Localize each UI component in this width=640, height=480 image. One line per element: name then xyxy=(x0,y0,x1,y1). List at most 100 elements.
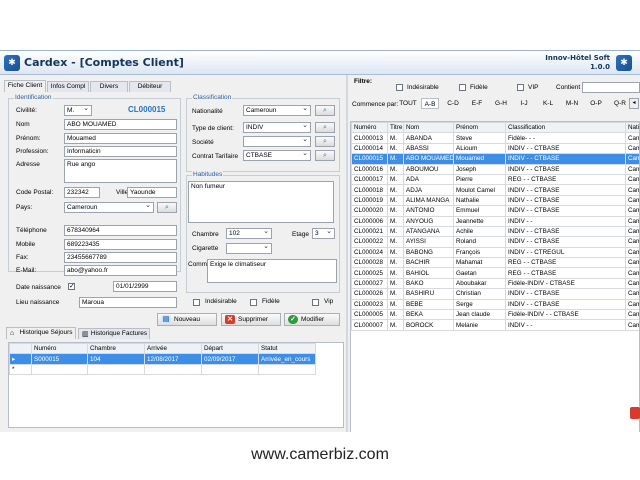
col-client-classification[interactable]: Classification xyxy=(505,122,626,134)
ville-field[interactable]: Yaounde xyxy=(127,187,177,198)
pays-select[interactable]: Cameroun xyxy=(64,202,154,213)
telephone-field[interactable]: 678340964 xyxy=(64,225,177,236)
letter-e-f[interactable]: E-F xyxy=(468,98,486,109)
adresse-field[interactable]: Rue ango xyxy=(64,159,177,183)
filter-indesirable-checkbox[interactable] xyxy=(396,84,403,91)
table-row[interactable]: CL000023M.BEBESergeINDIV - - CTBASECame xyxy=(351,298,639,311)
cell: Came xyxy=(625,257,639,269)
tab-divers[interactable]: Divers xyxy=(90,81,128,92)
table-row[interactable]: ▸ S000015 104 12/08/2017 02/09/2017 Arri… xyxy=(9,353,316,365)
cell: ANTONIO xyxy=(403,205,454,217)
splitter[interactable] xyxy=(346,75,348,432)
col-numero[interactable]: Numéro xyxy=(31,342,88,355)
type-client-search-button[interactable]: ⌕ xyxy=(315,122,335,133)
table-row[interactable]: CL000017M.ADAPierreREG - - CTBASECame xyxy=(351,173,639,186)
col-chambre[interactable]: Chambre xyxy=(87,342,145,355)
tab-fiche-client[interactable]: Fiche Client xyxy=(4,80,46,92)
table-row[interactable]: CL000025M.BAHIOLGaetanREG - - CTBASECame xyxy=(351,267,639,279)
table-row[interactable]: CL000005 M. BEKA Jean claude Fidèle-INDIV - … xyxy=(351,309,639,321)
table-row[interactable]: CL000026 M. BASHIRU Christian INDIV - - CTBA… xyxy=(351,288,639,300)
table-row[interactable]: CL000028M.BACHIRMahamatREG - - CTBASECam… xyxy=(351,257,639,269)
indesirable-checkbox[interactable] xyxy=(193,299,200,306)
table-row[interactable]: CL000019 M. ALIMA MANGA Nathalie INDIV - - C… xyxy=(351,194,639,207)
invoice-icon: ▥ xyxy=(82,331,89,338)
letter-o-p[interactable]: O-P xyxy=(587,98,605,109)
comm-field[interactable]: Exige le climatiseur xyxy=(207,259,337,283)
habitudes-textarea[interactable]: Non fumeur xyxy=(188,181,334,223)
contrat-select[interactable]: CTBASE xyxy=(243,150,311,161)
letter-g-h[interactable]: G-H xyxy=(492,98,510,109)
pays-search-button[interactable]: ⌕ xyxy=(157,202,177,213)
tab-debiteur[interactable]: Débiteur xyxy=(129,81,171,92)
letters-scroll-left-icon[interactable]: ◂ xyxy=(629,98,639,109)
modifier-button[interactable]: ✓ Modifier xyxy=(284,313,340,326)
chambre-select[interactable]: 102 xyxy=(226,228,272,239)
col-arrivee[interactable]: Arrivée xyxy=(144,342,202,355)
table-row[interactable]: CL000021 M. ATANGANA Achile INDIV - - CTBASE… xyxy=(351,225,639,238)
letter-k-l[interactable]: K-L xyxy=(539,98,557,109)
nationalite-search-button[interactable]: ⌕ xyxy=(315,105,335,116)
mobile-field[interactable]: 689223435 xyxy=(64,239,177,250)
sejours-grid: Numéro Chambre Arrivée Départ Statut ▸ S… xyxy=(8,342,344,428)
table-row[interactable]: CL000027 M. BAKO Aboubakar Fidèle-INDIV - CT… xyxy=(351,277,639,290)
tab-historique-factures-label: Historique Factures xyxy=(90,330,148,337)
table-row[interactable]: CL000022 M. AYISSI Roland INDIV - - CTBASE Ca… xyxy=(351,236,639,248)
table-row[interactable]: CL000006M.ANYOUGJeannetteINDIV - -Came xyxy=(351,215,639,227)
tab-infos-compl[interactable]: Infos Compl xyxy=(47,81,89,92)
table-row[interactable]: CL000013M.ABANDASteveFidèle- - -Came xyxy=(351,132,639,144)
letter-a-b[interactable]: A-B xyxy=(421,98,439,109)
tab-historique-sejours[interactable]: ⌂ Historique Séjours xyxy=(6,327,76,339)
letter-tout[interactable]: TOUT xyxy=(399,98,417,109)
profession-field[interactable]: Informaticin xyxy=(64,146,177,157)
tab-historique-factures[interactable]: ▥ Historique Factures xyxy=(78,328,150,339)
contient-input[interactable] xyxy=(582,82,640,93)
societe-search-button[interactable]: ⌕ xyxy=(315,136,335,147)
letter-c-d[interactable]: C-D xyxy=(444,98,462,109)
col-client-prenom[interactable]: Prénom xyxy=(453,122,506,134)
societe-select[interactable] xyxy=(243,136,311,147)
table-row[interactable]: CL000016 M. ABOUMOU Joseph INDIV - - CTBASE C… xyxy=(351,163,639,175)
prenom-field[interactable]: Mouamed xyxy=(64,133,177,144)
vip-label: Vip xyxy=(324,298,334,305)
table-row[interactable]: CL000018 M. ADJA Moulot Camel INDIV - - CTBA… xyxy=(351,184,639,196)
table-row[interactable]: CL000020 M. ANTONIO Emmuel INDIV - - CTBASE C… xyxy=(351,205,639,217)
etage-select[interactable]: 3 xyxy=(312,228,335,239)
date-naissance-checkbox[interactable]: ✓ xyxy=(68,283,75,290)
table-row[interactable]: CL000007M.BOROCKMelanieINDIV - -Came xyxy=(351,319,639,331)
col-client-numero[interactable]: Numéro xyxy=(351,122,388,134)
nationalite-select[interactable]: Cameroun xyxy=(243,105,311,116)
nouveau-button[interactable]: ▤ Nouveau xyxy=(157,313,217,326)
cigarette-select[interactable] xyxy=(226,243,272,254)
cell: Came xyxy=(625,298,639,311)
lieu-naissance-field[interactable]: Maroua xyxy=(79,297,177,308)
fidele-checkbox[interactable] xyxy=(250,299,257,306)
col-client-nationalite[interactable]: Natio xyxy=(625,122,639,134)
filter-fidele-checkbox[interactable] xyxy=(459,84,466,91)
nom-field[interactable]: ABO MOUAMED xyxy=(64,119,177,130)
col-client-nom[interactable]: Nom xyxy=(403,122,454,134)
cell: Pierre xyxy=(453,173,506,186)
search-icon: ⌕ xyxy=(323,152,327,159)
code-postal-field[interactable]: 232342 xyxy=(64,187,100,198)
email-field[interactable]: abo@yahoo.fr xyxy=(64,265,177,276)
col-statut[interactable]: Statut xyxy=(258,342,316,355)
table-row[interactable]: CL000014 M. ABASSI ALioum INDIV - - CTBASE Ca… xyxy=(351,142,639,155)
new-row[interactable]: * xyxy=(9,363,316,376)
vip-checkbox[interactable] xyxy=(312,299,319,306)
table-row[interactable]: CL000024 M. BABONG François INDIV - - CTREGU… xyxy=(351,246,639,259)
table-row[interactable]: CL000015 M. ABO MOUAMED Mouamed INDIV - - CT… xyxy=(351,153,639,165)
letter-i-j[interactable]: I-J xyxy=(515,98,533,109)
fax-field[interactable]: 23455667789 xyxy=(64,252,177,263)
date-naissance-field[interactable]: 01/01/2999 xyxy=(113,281,177,292)
supprimer-button[interactable]: ✕ Supprimer xyxy=(221,313,281,326)
type-client-select[interactable]: INDIV xyxy=(243,122,311,133)
letter-m-n[interactable]: M-N xyxy=(563,98,581,109)
contrat-search-button[interactable]: ⌕ xyxy=(315,150,335,161)
cell: CL000014 xyxy=(351,142,388,155)
col-depart[interactable]: Départ xyxy=(201,342,259,355)
filter-vip-checkbox[interactable] xyxy=(517,84,524,91)
cell: CL000018 xyxy=(351,184,388,196)
letter-q-r[interactable]: Q-R xyxy=(611,98,629,109)
col-client-titre[interactable]: Titre xyxy=(387,122,404,134)
civilite-select[interactable]: M. xyxy=(64,105,92,116)
